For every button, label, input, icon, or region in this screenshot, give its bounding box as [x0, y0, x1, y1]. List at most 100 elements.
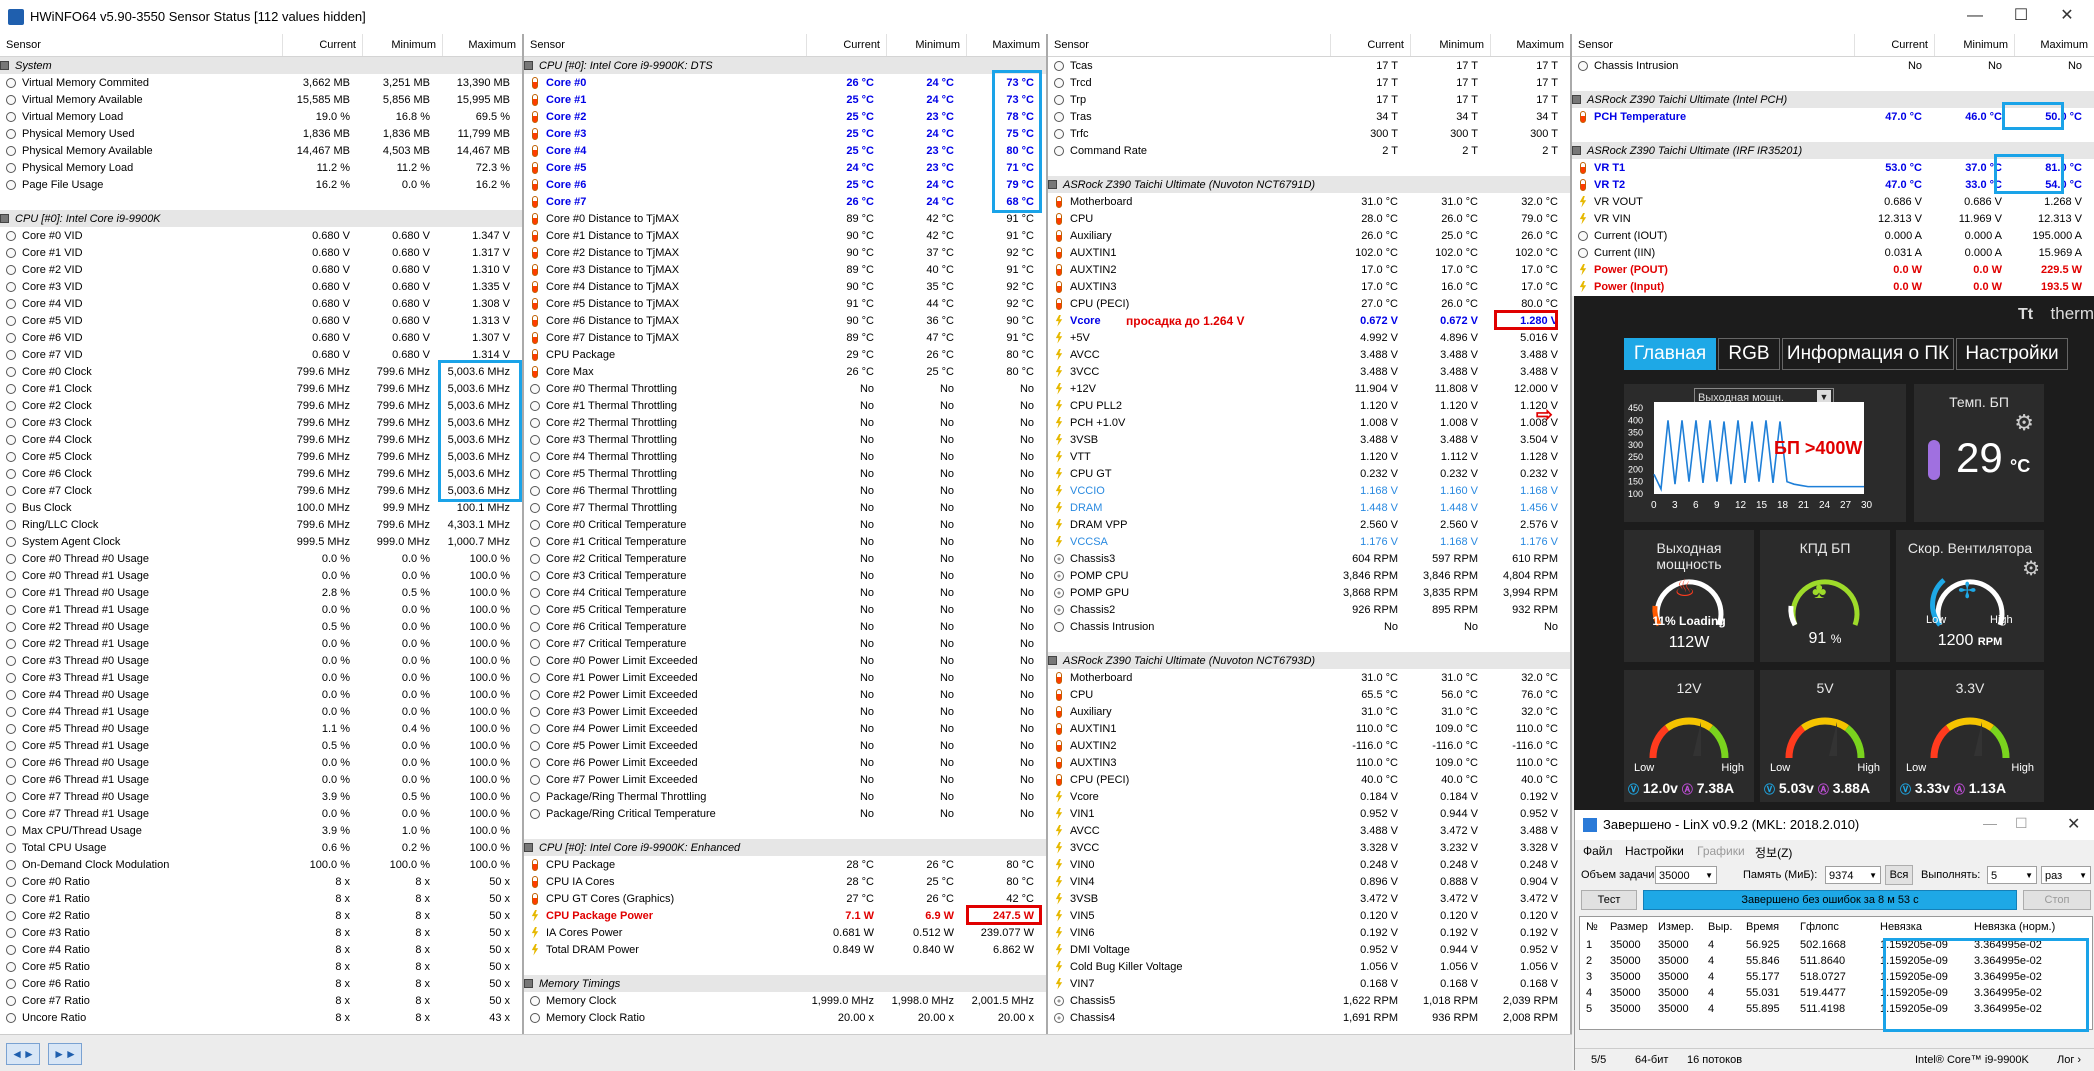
linx-minimize-button[interactable]: — [1983, 815, 1997, 831]
column-header-current[interactable]: Current [806, 34, 886, 56]
sensor-row[interactable]: Trfc 300 T 300 T 300 T [1048, 125, 1570, 142]
sensor-row[interactable]: Core #2 Thread #1 Usage 0.0 % 0.0 % 100.0 % [0, 635, 522, 652]
sensor-row[interactable]: Core #3 Distance to TjMAX 89 °C 40 °C 91 °C [524, 261, 1046, 278]
sensor-row[interactable]: Core #7 Thread #1 Usage 0.0 % 0.0 % 100.0 % [0, 805, 522, 822]
sensor-row[interactable]: Core #7 Critical Temperature No No No [524, 635, 1046, 652]
results-column-header[interactable]: № [1586, 919, 1598, 935]
sensor-row[interactable]: Memory Clock Ratio 20.00 x 20.00 x 20.00 x [524, 1009, 1046, 1026]
sensor-row[interactable]: Package/Ring Thermal Throttling No No No [524, 788, 1046, 805]
sensor-row[interactable]: Core #3 Clock 799.6 MHz 799.6 MHz 5,003.6 M… [0, 414, 522, 431]
sensor-row[interactable]: AUXTIN1 102.0 °C 102.0 °C 102.0 °C [1048, 244, 1570, 261]
sensor-row[interactable]: CPU 65.5 °C 56.0 °C 76.0 °C [1048, 686, 1570, 703]
sensor-row[interactable]: Core #0 26 °C 24 °C 73 °C [524, 74, 1046, 91]
sensor-row[interactable]: Auxiliary 31.0 °C 31.0 °C 32.0 °C [1048, 703, 1570, 720]
results-column-header[interactable]: Время [1746, 919, 1779, 935]
sensor-row[interactable]: 3VCC 3.328 V 3.232 V 3.328 V [1048, 839, 1570, 856]
sensor-row[interactable]: CPU Package 29 °C 26 °C 80 °C [524, 346, 1046, 363]
sensor-row[interactable]: Physical Memory Used 1,836 MB 1,836 MB 11,7… [0, 125, 522, 142]
memory-select[interactable]: 9374 ▼ [1825, 866, 1881, 884]
sensor-row[interactable]: Core #2 Thermal Throttling No No No [524, 414, 1046, 431]
sensor-row[interactable]: Tcas 17 T 17 T 17 T [1048, 57, 1570, 74]
sensor-row[interactable]: Core #2 Thread #0 Usage 0.5 % 0.0 % 100.0 % [0, 618, 522, 635]
sensor-row[interactable]: Chassis2 926 RPM 895 RPM 932 RPM [1048, 601, 1570, 618]
sensor-group-header[interactable]: CPU [#0]: Intel Core i9-9900K [0, 210, 522, 227]
sensor-row[interactable]: Core #7 Ratio 8 x 8 x 50 x [0, 992, 522, 1009]
sensor-row[interactable]: Chassis3 604 RPM 597 RPM 610 RPM [1048, 550, 1570, 567]
sensor-row[interactable]: POMP GPU 3,868 RPM 3,835 RPM 3,994 RPM [1048, 584, 1570, 601]
sensor-row[interactable]: Core #4 Thread #0 Usage 0.0 % 0.0 % 100.0 % [0, 686, 522, 703]
sensor-row[interactable]: Core #0 Distance to TjMAX 89 °C 42 °C 91 °C [524, 210, 1046, 227]
sensor-group-header[interactable]: CPU [#0]: Intel Core i9-9900K: Enhanced [524, 839, 1046, 856]
sensor-row[interactable]: Core #6 VID 0.680 V 0.680 V 1.307 V [0, 329, 522, 346]
sensor-row[interactable]: Core #6 Critical Temperature No No No [524, 618, 1046, 635]
tab-pc-info[interactable]: Информация о ПК [1782, 338, 1954, 370]
sensor-row[interactable]: Core #1 Ratio 8 x 8 x 50 x [0, 890, 522, 907]
sensor-row[interactable]: Core #5 Thread #1 Usage 0.5 % 0.0 % 100.0 % [0, 737, 522, 754]
sensor-row[interactable]: Core #1 Critical Temperature No No No [524, 533, 1046, 550]
sensor-row[interactable]: Motherboard 31.0 °C 31.0 °C 32.0 °C [1048, 669, 1570, 686]
sensor-row[interactable]: Core #0 Thermal Throttling No No No [524, 380, 1046, 397]
sensor-row[interactable]: Core #1 Distance to TjMAX 90 °C 42 °C 91 °C [524, 227, 1046, 244]
sensor-row[interactable]: CPU 28.0 °C 26.0 °C 79.0 °C [1048, 210, 1570, 227]
sensor-group-header[interactable]: System [0, 57, 522, 74]
sensor-row[interactable]: Physical Memory Available 14,467 MB 4,503 … [0, 142, 522, 159]
sensor-row[interactable]: Current (IIN) 0.031 A 0.000 A 15.969 A [1572, 244, 2094, 261]
all-memory-button[interactable]: Вся [1885, 865, 1913, 885]
sensor-row[interactable]: VIN4 0.896 V 0.888 V 0.904 V [1048, 873, 1570, 890]
sensor-row[interactable]: Core #4 Clock 799.6 MHz 799.6 MHz 5,003.6 M… [0, 431, 522, 448]
sensor-row[interactable]: Core #2 Distance to TjMAX 90 °C 37 °C 92 °C [524, 244, 1046, 261]
sensor-row[interactable]: Auxiliary 26.0 °C 25.0 °C 26.0 °C [1048, 227, 1570, 244]
sensor-row[interactable]: Core #1 Thermal Throttling No No No [524, 397, 1046, 414]
stop-button[interactable]: Стоп [2023, 890, 2091, 910]
sensor-row[interactable]: Core #2 Critical Temperature No No No [524, 550, 1046, 567]
sensor-row[interactable]: AUXTIN2 17.0 °C 17.0 °C 17.0 °C [1048, 261, 1570, 278]
sensor-group-header[interactable]: ASRock Z390 Taichi Ultimate (IRF IR35201… [1572, 142, 2094, 159]
sensor-row[interactable]: Core #0 Clock 799.6 MHz 799.6 MHz 5,003.6 M… [0, 363, 522, 380]
sensor-row[interactable]: AUXTIN1 110.0 °C 109.0 °C 110.0 °C [1048, 720, 1570, 737]
sensor-row[interactable]: Chassis Intrusion No No No [1048, 618, 1570, 635]
sensor-row[interactable]: Core #7 Thread #0 Usage 3.9 % 0.5 % 100.0 % [0, 788, 522, 805]
task-size-select[interactable]: 35000 ▼ [1655, 866, 1717, 884]
column-header-maximum[interactable]: Maximum [966, 34, 1046, 56]
sensor-row[interactable]: Chassis Intrusion No No No [1572, 57, 2094, 74]
sensor-row[interactable]: Core #3 Thread #0 Usage 0.0 % 0.0 % 100.0 % [0, 652, 522, 669]
sensor-row[interactable]: Core #6 Power Limit Exceeded No No No [524, 754, 1046, 771]
sensor-row[interactable]: Ring/LLC Clock 799.6 MHz 799.6 MHz 4,303.1 … [0, 516, 522, 533]
sensor-row[interactable]: Core #4 Power Limit Exceeded No No No [524, 720, 1046, 737]
sensor-row[interactable]: Core #3 Power Limit Exceeded No No No [524, 703, 1046, 720]
sensor-group-header[interactable]: ASRock Z390 Taichi Ultimate (Nuvoton NCT… [1048, 176, 1570, 193]
sensor-row[interactable]: CPU Package Power 7.1 W 6.9 W 247.5 W [524, 907, 1046, 924]
sensor-row[interactable]: Power (POUT) 0.0 W 0.0 W 229.5 W [1572, 261, 2094, 278]
sensor-row[interactable]: VIN0 0.248 V 0.248 V 0.248 V [1048, 856, 1570, 873]
sensor-row[interactable]: Tras 34 T 34 T 34 T [1048, 108, 1570, 125]
sensor-row[interactable]: Core #5 Clock 799.6 MHz 799.6 MHz 5,003.6 M… [0, 448, 522, 465]
sensor-row[interactable]: AVCC 3.488 V 3.488 V 3.488 V [1048, 346, 1570, 363]
column-header-current[interactable]: Current [1330, 34, 1410, 56]
column-header-minimum[interactable]: Minimum [362, 34, 442, 56]
sensor-row[interactable]: PCH Temperature 47.0 °C 46.0 °C 50.0 °C [1572, 108, 2094, 125]
sensor-row[interactable]: VCCIO 1.168 V 1.160 V 1.168 V [1048, 482, 1570, 499]
sensor-row[interactable]: VIN5 0.120 V 0.120 V 0.120 V [1048, 907, 1570, 924]
sensor-row[interactable]: Core #5 24 °C 23 °C 71 °C [524, 159, 1046, 176]
column-header-current[interactable]: Current [282, 34, 362, 56]
sensor-row[interactable]: VCCSA 1.176 V 1.168 V 1.176 V [1048, 533, 1570, 550]
linx-menu-file[interactable]: Файл [1583, 844, 1613, 858]
sensor-row[interactable]: Core #0 Thread #1 Usage 0.0 % 0.0 % 100.0 % [0, 567, 522, 584]
sensor-row[interactable]: Core #1 VID 0.680 V 0.680 V 1.317 V [0, 244, 522, 261]
sensor-row[interactable]: Core #2 Power Limit Exceeded No No No [524, 686, 1046, 703]
sensor-row[interactable]: Total CPU Usage 0.6 % 0.2 % 100.0 % [0, 839, 522, 856]
sensor-row[interactable]: Core Max 26 °C 25 °C 80 °C [524, 363, 1046, 380]
sensor-row[interactable]: VR T1 53.0 °C 37.0 °C 81.0 °C [1572, 159, 2094, 176]
results-column-header[interactable]: Гфлопс [1800, 919, 1839, 935]
sensor-row[interactable]: Memory Clock 1,999.0 MHz 1,998.0 MHz 2,001.… [524, 992, 1046, 1009]
column-header-sensor[interactable]: Sensor [1572, 34, 1854, 56]
tab-rgb[interactable]: RGB [1718, 338, 1780, 370]
linx-menu-graphs[interactable]: Графики [1697, 844, 1745, 858]
sensor-row[interactable]: Core #2 VID 0.680 V 0.680 V 1.310 V [0, 261, 522, 278]
linx-menu-info[interactable]: 정보(Z) [1755, 844, 1792, 861]
sensor-row[interactable]: Core #7 Clock 799.6 MHz 799.6 MHz 5,003.6 M… [0, 482, 522, 499]
results-column-header[interactable]: Измер. [1658, 919, 1694, 935]
column-header-sensor[interactable]: Sensor [524, 34, 806, 56]
sensor-row[interactable]: Core #2 25 °C 23 °C 78 °C [524, 108, 1046, 125]
sensor-row[interactable]: Uncore Ratio 8 x 8 x 43 x [0, 1009, 522, 1026]
